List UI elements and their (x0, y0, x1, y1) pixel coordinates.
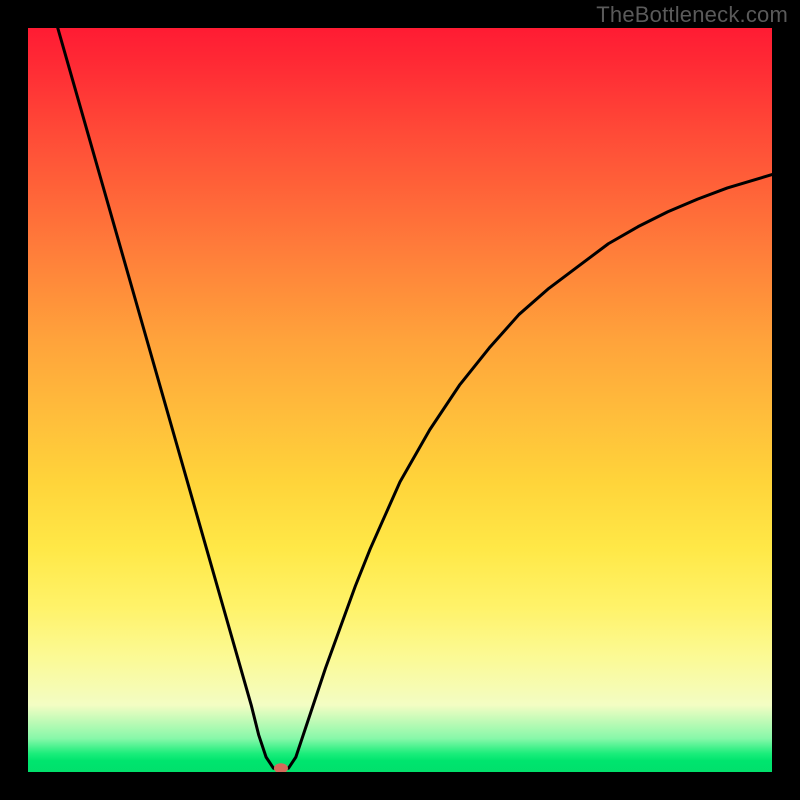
bottleneck-curve (58, 28, 772, 768)
curve-layer (28, 28, 772, 772)
chart-frame: TheBottleneck.com (0, 0, 800, 800)
plot-area (28, 28, 772, 772)
watermark-text: TheBottleneck.com (596, 2, 788, 28)
min-marker-icon (274, 763, 288, 772)
